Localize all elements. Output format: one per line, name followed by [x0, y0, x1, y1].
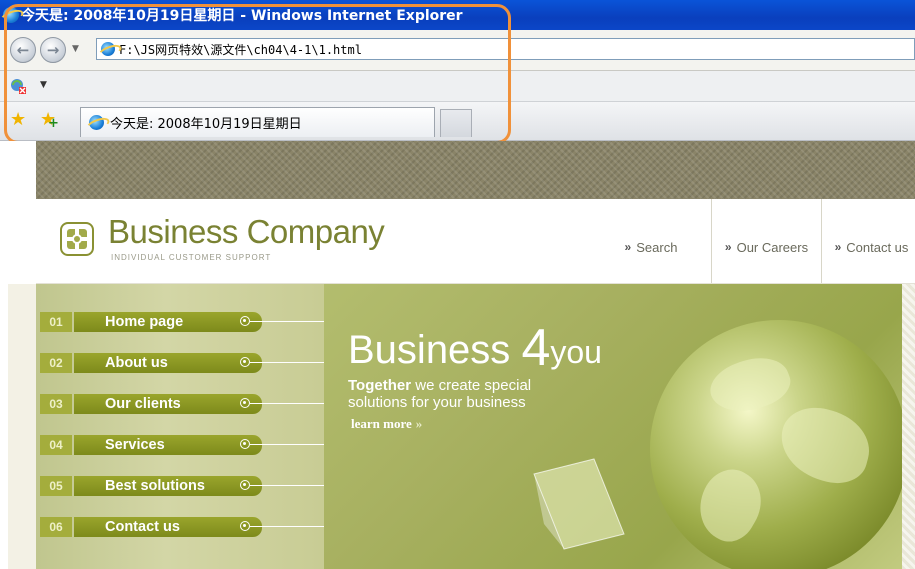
add-favorite-icon[interactable]: ★: [40, 111, 59, 134]
crystal-image: [533, 458, 625, 550]
site-header: Business Company INDIVIDUAL CUSTOMER SUP…: [36, 199, 915, 284]
menu-item-home[interactable]: 01 Home page: [40, 312, 328, 332]
top-nav-contact[interactable]: » Contact us: [821, 199, 915, 283]
menu-label: Our clients: [74, 394, 262, 414]
chevron-right-icon: »: [415, 416, 423, 431]
tab-current[interactable]: 今天是: 2008年10月19日星期日: [80, 107, 435, 137]
menu-item-solutions[interactable]: 05 Best solutions: [40, 476, 328, 496]
top-nav-careers[interactable]: » Our Careers: [711, 199, 821, 283]
new-tab-button[interactable]: [440, 109, 472, 137]
hero-title: Business 4you: [348, 322, 602, 374]
top-nav-label: Our Careers: [736, 239, 809, 255]
bullet-icon: [240, 316, 250, 326]
command-bar: ▼: [0, 71, 915, 102]
connector-line: [250, 444, 328, 445]
page-icon: [101, 42, 115, 56]
bullet-icon: [240, 398, 250, 408]
menu-number: 04: [40, 435, 72, 455]
tab-title: 今天是: 2008年10月19日星期日: [110, 117, 302, 132]
menu-item-contact[interactable]: 06 Contact us: [40, 517, 328, 537]
connector-line: [250, 526, 328, 527]
menu-number: 03: [40, 394, 72, 414]
logo-icon[interactable]: [60, 222, 94, 256]
address-bar[interactable]: F:\JS网页特效\源文件\ch04\4-1\1.html: [96, 38, 915, 60]
bullet-icon: [240, 480, 250, 490]
ie-logo-icon: [3, 7, 19, 23]
menu-item-clients[interactable]: 03 Our clients: [40, 394, 328, 414]
top-nav: » Search » Our Careers » Contact us: [591, 199, 915, 283]
tab-ie-icon: [89, 115, 104, 130]
top-nav-search[interactable]: » Search: [591, 199, 711, 283]
hero-tagline: Together we create special: [348, 377, 531, 394]
hero-banner: Business 4you Together we create special…: [324, 284, 902, 569]
menu-item-about[interactable]: 02 About us: [40, 353, 328, 373]
connector-line: [250, 362, 328, 363]
menu-label: Contact us: [74, 517, 262, 537]
connector-line: [250, 321, 328, 322]
window-titlebar[interactable]: 今天是: 2008年10月19日星期日 - Windows Internet E…: [0, 0, 915, 30]
menu-label: Home page: [74, 312, 262, 332]
globe-image: [650, 320, 902, 569]
sidebar-menu: 01 Home page 02 About us 03 Our clients …: [36, 284, 328, 569]
bullet-icon: [240, 521, 250, 531]
chevron-right-icon: »: [724, 240, 732, 254]
menu-number: 01: [40, 312, 72, 332]
back-arrow-icon[interactable]: ←: [10, 37, 36, 63]
top-nav-label: Search: [636, 239, 678, 255]
hero-title-number: 4: [521, 319, 551, 377]
connector-line: [250, 403, 328, 404]
bullet-icon: [240, 439, 250, 449]
menu-label: About us: [74, 353, 262, 373]
menu-number: 06: [40, 517, 72, 537]
logo-subtitle: INDIVIDUAL CUSTOMER SUPPORT: [111, 253, 272, 262]
forward-arrow-icon[interactable]: →: [40, 37, 66, 63]
chevron-right-icon: »: [834, 240, 842, 254]
address-toolbar: ← → ▼ F:\JS网页特效\源文件\ch04\4-1\1.html: [0, 30, 915, 71]
menu-number: 05: [40, 476, 72, 496]
menu-item-services[interactable]: 04 Services: [40, 435, 328, 455]
connector-line: [250, 485, 328, 486]
menu-label: Best solutions: [74, 476, 262, 496]
favorites-bar: ★ ★ 今天是: 2008年10月19日星期日: [0, 102, 915, 141]
feed-dropdown-icon[interactable]: ▼: [40, 80, 47, 90]
menu-number: 02: [40, 353, 72, 373]
learn-more-link[interactable]: learn more»: [351, 416, 422, 432]
hero-title-suffix: you: [550, 334, 602, 370]
learn-more-label: learn more: [351, 416, 412, 431]
favorites-star-icon[interactable]: ★: [10, 111, 26, 129]
right-pattern-edge: [902, 284, 915, 569]
web-page: Business Company INDIVIDUAL CUSTOMER SUP…: [8, 141, 915, 569]
history-dropdown-icon[interactable]: ▼: [72, 44, 79, 54]
hero-tagline-line2: solutions for your business: [348, 394, 526, 411]
feed-icon[interactable]: [10, 78, 26, 94]
top-pattern-band: [36, 141, 915, 199]
window-title: 今天是: 2008年10月19日星期日 - Windows Internet E…: [21, 8, 463, 24]
menu-label: Services: [74, 435, 262, 455]
left-margin: [8, 284, 36, 569]
hero-tagline-bold: Together: [348, 377, 412, 394]
logo-title[interactable]: Business Company: [108, 213, 385, 251]
hero-tagline-rest: we create special: [411, 377, 532, 394]
top-nav-label: Contact us: [846, 239, 909, 255]
address-text: F:\JS网页特效\源文件\ch04\4-1\1.html: [119, 42, 362, 57]
hero-title-word: Business: [348, 328, 511, 372]
bullet-icon: [240, 357, 250, 367]
chevron-right-icon: »: [624, 240, 632, 254]
